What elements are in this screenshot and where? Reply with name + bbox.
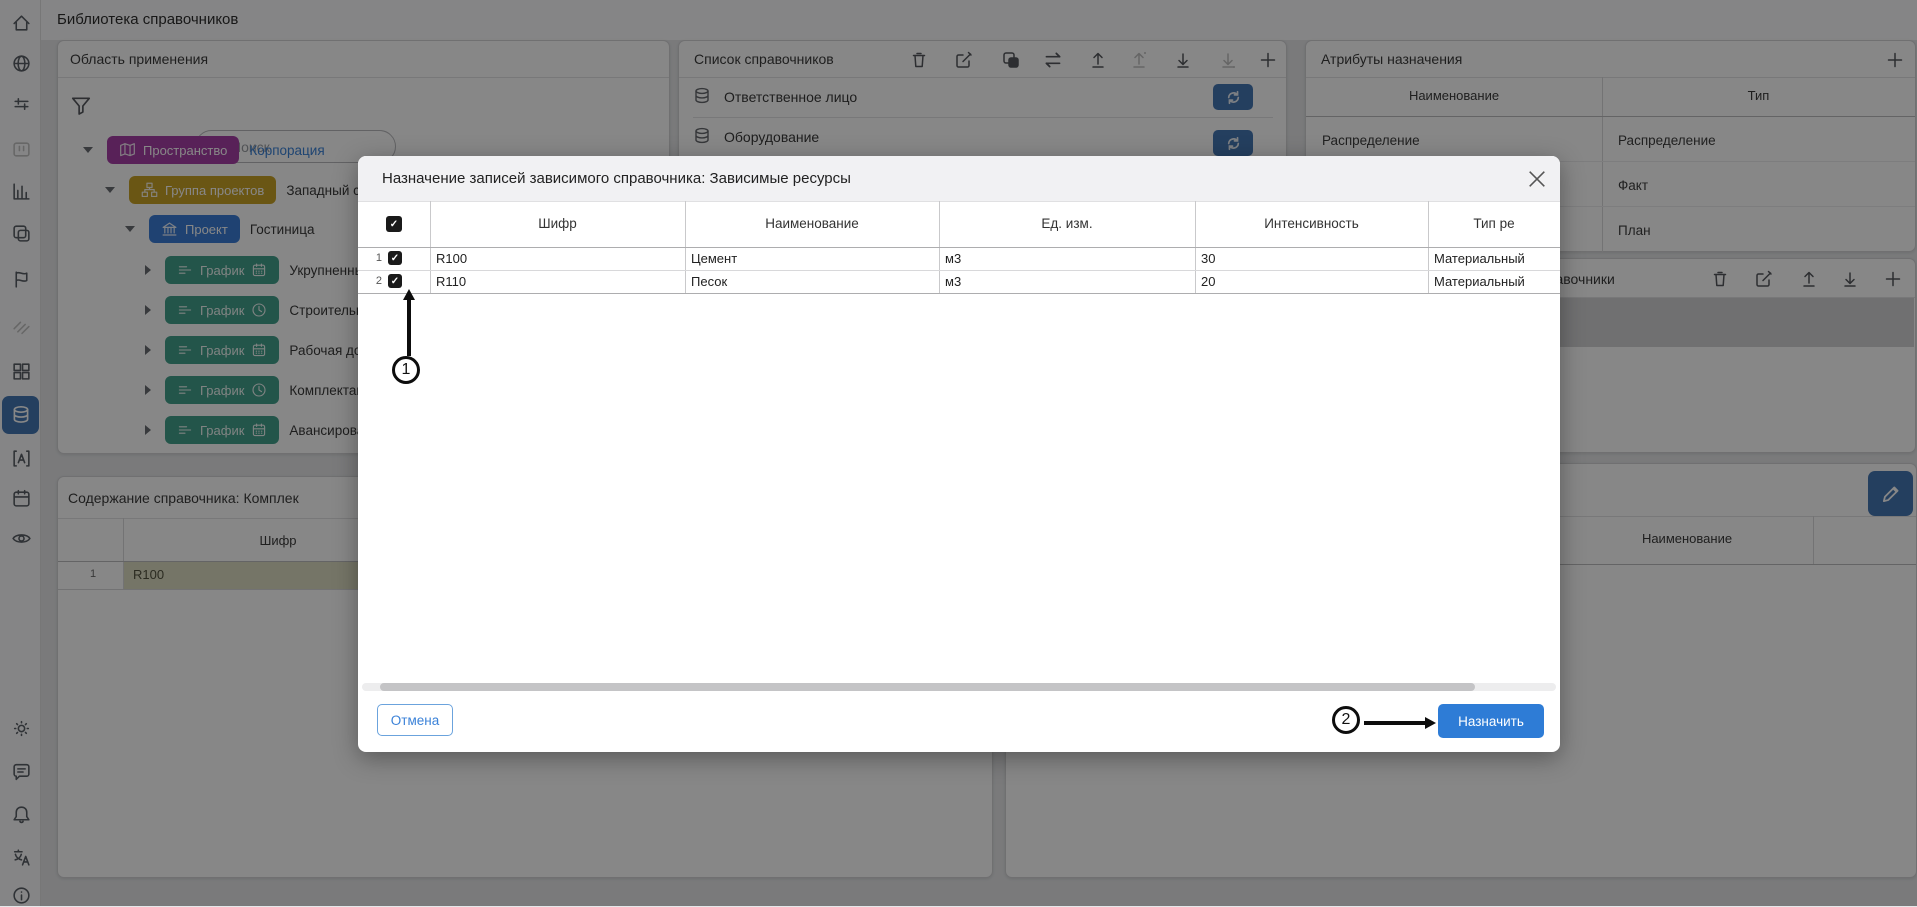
modal-title: Назначение записей зависимого справочник…	[382, 156, 851, 201]
cell-code: R110	[436, 270, 466, 293]
column-header[interactable]: Ед. изм.	[939, 201, 1195, 247]
annotation-arrow-line	[1364, 721, 1426, 725]
cell-code: R100	[436, 247, 467, 270]
select-all-checkbox[interactable]	[386, 216, 402, 232]
cell-unit: м3	[945, 247, 961, 270]
cell-unit: м3	[945, 270, 961, 293]
assign-records-modal: Назначение записей зависимого справочник…	[358, 156, 1560, 752]
scrollbar-thumb[interactable]	[380, 683, 1475, 691]
cell-intensity: 20	[1201, 270, 1215, 293]
cell-resource-type: Материальный	[1434, 270, 1525, 293]
annotation-arrowhead-up	[403, 289, 415, 300]
annotation-arrow-line	[407, 299, 411, 356]
close-icon[interactable]	[1524, 166, 1550, 192]
column-header[interactable]: Наименование	[685, 201, 939, 247]
cell-intensity: 30	[1201, 247, 1215, 270]
annotation-step-2: 2	[1332, 706, 1360, 734]
cancel-button[interactable]: Отмена	[377, 704, 453, 736]
cell-resource-type: Материальный	[1434, 247, 1525, 270]
row-checkbox[interactable]	[388, 274, 402, 288]
column-header[interactable]: Шифр	[430, 201, 685, 247]
column-header[interactable]: Тип ре	[1428, 201, 1560, 247]
cell-name: Песок	[691, 270, 727, 293]
column-header[interactable]: Интенсивность	[1195, 201, 1428, 247]
annotation-arrowhead-right	[1425, 717, 1436, 729]
row-checkbox[interactable]	[388, 251, 402, 265]
annotation-step-1: 1	[392, 356, 420, 384]
assign-button[interactable]: Назначить	[1438, 704, 1544, 738]
cell-name: Цемент	[691, 247, 737, 270]
